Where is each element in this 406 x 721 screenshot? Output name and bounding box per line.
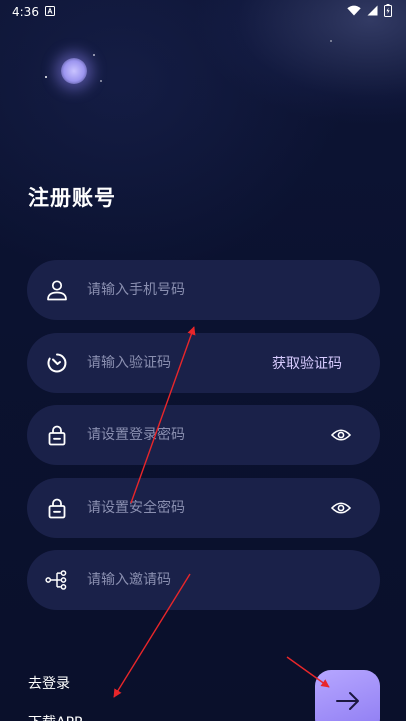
share-nodes-icon: [45, 568, 69, 592]
security-password-field[interactable]: [27, 478, 380, 538]
star: [330, 40, 332, 42]
status-bar: 4:36: [0, 0, 406, 24]
phone-input[interactable]: [87, 282, 358, 298]
go-login-link[interactable]: 去登录: [28, 673, 70, 693]
login-password-field[interactable]: [27, 405, 380, 465]
moon-decoration: [61, 58, 87, 84]
login-password-input[interactable]: [87, 427, 330, 443]
code-field[interactable]: 获取验证码: [27, 333, 380, 393]
notification-a-icon: [44, 5, 55, 19]
star: [45, 76, 47, 78]
user-icon: [45, 278, 69, 302]
lock-icon: [45, 496, 69, 520]
security-password-input[interactable]: [87, 500, 330, 516]
download-app-link[interactable]: 下载APP: [28, 712, 82, 721]
eye-icon[interactable]: [330, 497, 352, 519]
eye-icon[interactable]: [330, 424, 352, 446]
invite-input[interactable]: [87, 572, 358, 588]
page-title: 注册账号: [28, 186, 116, 210]
star: [100, 80, 102, 82]
star: [93, 54, 95, 56]
submit-button[interactable]: [315, 670, 380, 721]
invite-field[interactable]: [27, 550, 380, 610]
wifi-icon: [347, 5, 361, 19]
arrow-right-icon: [335, 691, 361, 715]
battery-charging-icon: [384, 4, 392, 20]
signal-icon: [367, 5, 378, 19]
code-input[interactable]: [87, 355, 272, 371]
timer-icon: [45, 351, 69, 375]
get-code-button[interactable]: 获取验证码: [272, 353, 342, 373]
status-time: 4:36: [12, 5, 39, 19]
phone-field[interactable]: [27, 260, 380, 320]
lock-icon: [45, 423, 69, 447]
